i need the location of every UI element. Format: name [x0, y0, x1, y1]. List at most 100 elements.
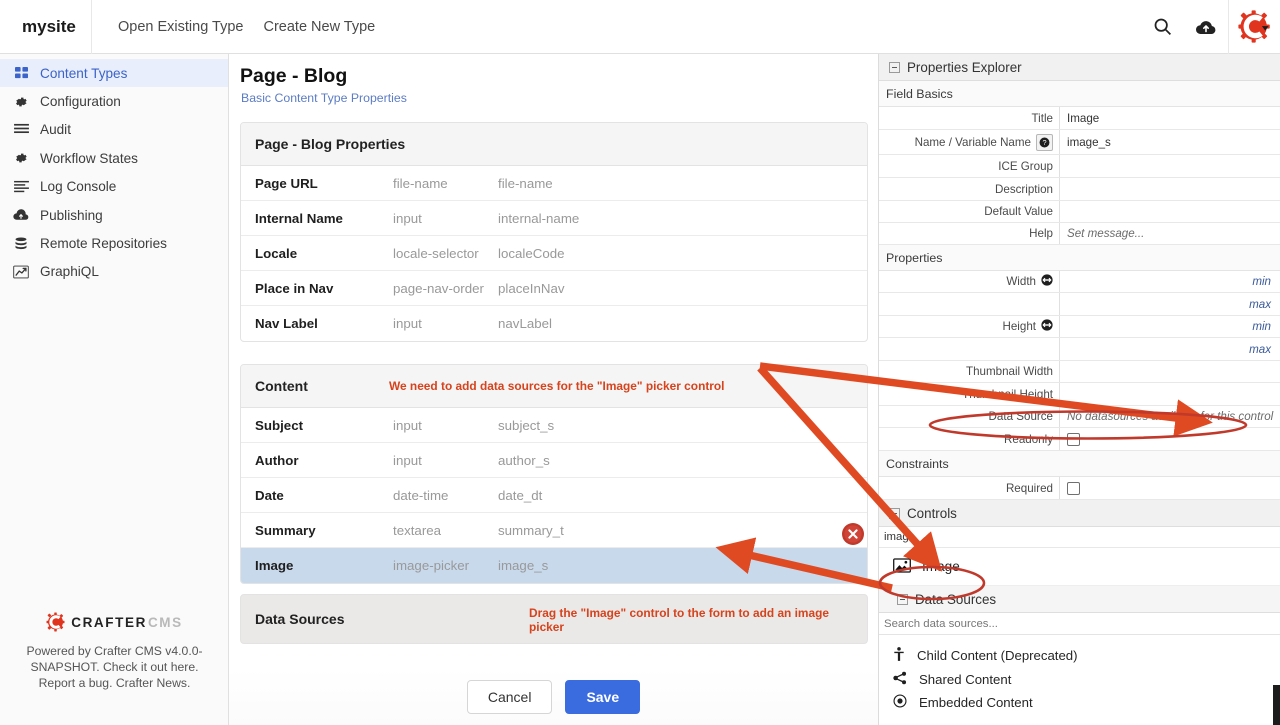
- table-row[interactable]: Nav Label input navLabel: [241, 306, 867, 341]
- datasources-search-input[interactable]: Search data sources...: [879, 613, 1280, 635]
- field-variable: author_s: [498, 452, 550, 468]
- datasources-section-header[interactable]: Data Sources: [879, 586, 1280, 613]
- collapse-toggle-icon[interactable]: [897, 593, 908, 605]
- group-header-constraints: Constraints: [879, 451, 1280, 477]
- datasources-title: Data Sources: [915, 591, 997, 607]
- property-value-height-max[interactable]: max: [1060, 338, 1280, 360]
- nav-open-existing-type[interactable]: Open Existing Type: [118, 19, 243, 35]
- search-icon[interactable]: [1140, 0, 1184, 54]
- resize-info-icon[interactable]: [1041, 319, 1053, 334]
- sidebar-item-publishing[interactable]: Publishing: [0, 201, 228, 229]
- readonly-checkbox[interactable]: [1067, 432, 1080, 446]
- property-row-description[interactable]: Description: [879, 178, 1280, 201]
- data-sources-section-card: Data Sources Drag the "Image" control to…: [240, 594, 868, 644]
- property-row-thumbnail-height[interactable]: Thumbnail Height: [879, 383, 1280, 406]
- sidebar-item-content-types[interactable]: Content Types: [0, 59, 228, 88]
- property-label: ICE Group: [879, 155, 1060, 177]
- required-checkbox[interactable]: [1067, 481, 1080, 495]
- property-label: Required: [879, 477, 1060, 499]
- property-row-width-max[interactable]: max: [879, 293, 1280, 316]
- properties-explorer-header[interactable]: Properties Explorer: [879, 54, 1280, 81]
- property-value-input[interactable]: [1060, 383, 1280, 405]
- table-row[interactable]: Internal Name input internal-name: [241, 201, 867, 236]
- target-icon: [893, 694, 907, 711]
- resize-info-icon[interactable]: [1041, 274, 1053, 289]
- property-row-height-max[interactable]: max: [879, 338, 1280, 361]
- property-row-name-variable[interactable]: Name / Variable Name ? image_s: [879, 130, 1280, 155]
- property-row-required[interactable]: Required: [879, 477, 1280, 500]
- controls-section-header[interactable]: Controls: [879, 500, 1280, 527]
- property-row-title[interactable]: Title Image: [879, 107, 1280, 130]
- datasource-item-child-content[interactable]: Child Content (Deprecated): [879, 644, 1280, 668]
- property-value-data-source[interactable]: No datasources available for this contro…: [1060, 406, 1280, 427]
- cancel-button[interactable]: Cancel: [466, 679, 553, 714]
- table-row[interactable]: Author input author_s: [241, 443, 867, 478]
- property-value-input[interactable]: image_s: [1060, 130, 1280, 154]
- page-subtitle-link[interactable]: Basic Content Type Properties: [229, 88, 878, 105]
- table-row-selected-image[interactable]: Image image-picker image_s: [241, 548, 867, 583]
- property-value-help[interactable]: Set message...: [1060, 223, 1280, 244]
- property-value-input[interactable]: [1060, 361, 1280, 382]
- property-row-ice-group[interactable]: ICE Group: [879, 155, 1280, 178]
- property-label: Thumbnail Height: [879, 383, 1060, 405]
- nav-create-new-type[interactable]: Create New Type: [263, 19, 375, 35]
- property-label: [879, 293, 1060, 315]
- sidebar-item-configuration[interactable]: Configuration: [0, 87, 228, 115]
- cloud-upload-icon: [12, 208, 30, 222]
- group-header-field-basics: Field Basics: [879, 81, 1280, 107]
- save-button[interactable]: Save: [565, 679, 641, 714]
- collapse-toggle-icon[interactable]: [889, 507, 900, 519]
- property-label: Data Source: [879, 406, 1060, 427]
- property-value-height-min[interactable]: min: [1060, 316, 1280, 337]
- property-value-input[interactable]: [1060, 201, 1280, 222]
- help-icon[interactable]: ?: [1036, 133, 1053, 151]
- property-value-width-min[interactable]: min: [1060, 271, 1280, 292]
- right-panel-scrollbar[interactable]: [1273, 685, 1280, 725]
- footer-link-crafter-news[interactable]: Crafter News: [116, 676, 187, 690]
- page-blog-properties-card: Page - Blog Properties Page URL file-nam…: [240, 122, 868, 342]
- table-row[interactable]: Subject input subject_s: [241, 408, 867, 443]
- footer-link-bug[interactable]: bug: [89, 676, 109, 690]
- datasource-item-shared-content[interactable]: Shared Content: [879, 668, 1280, 692]
- property-row-height-min[interactable]: Height min: [879, 316, 1280, 338]
- property-row-default-value[interactable]: Default Value: [879, 201, 1280, 223]
- field-variable: summary_t: [498, 522, 564, 538]
- sidebar-item-audit[interactable]: Audit: [0, 116, 228, 144]
- field-label: Nav Label: [255, 316, 318, 331]
- sidebar-item-log-console[interactable]: Log Console: [0, 173, 228, 201]
- publish-cloud-icon[interactable]: [1184, 0, 1228, 54]
- datasource-item-embedded-content[interactable]: Embedded Content: [879, 691, 1280, 715]
- property-row-data-source[interactable]: Data Source No datasources available for…: [879, 406, 1280, 428]
- field-label: Page URL: [255, 175, 318, 191]
- grid-icon: [12, 66, 30, 80]
- sidebar-item-graphiql[interactable]: GraphiQL: [0, 258, 228, 286]
- table-row[interactable]: Summary textarea summary_t: [241, 513, 867, 548]
- property-row-readonly[interactable]: Readonly: [879, 428, 1280, 451]
- field-variable: date_dt: [498, 487, 543, 503]
- collapse-toggle-icon[interactable]: [889, 61, 900, 73]
- sidebar-item-remote-repositories[interactable]: Remote Repositories: [0, 229, 228, 257]
- crafter-logo-icon[interactable]: [1228, 0, 1280, 54]
- table-row[interactable]: Place in Nav page-nav-order placeInNav: [241, 271, 867, 306]
- property-value-width-max[interactable]: max: [1060, 293, 1280, 315]
- property-label: Height: [879, 316, 1060, 337]
- sidebar-item-workflow-states[interactable]: Workflow States: [0, 144, 228, 172]
- table-row[interactable]: Page URL file-name file-name: [241, 166, 867, 201]
- controls-filter-input[interactable]: image: [879, 527, 1280, 548]
- site-brand[interactable]: mysite: [0, 0, 92, 54]
- property-value-input[interactable]: [1060, 155, 1280, 177]
- sidebar-item-label: Content Types: [40, 65, 128, 81]
- property-row-help[interactable]: Help Set message...: [879, 223, 1280, 245]
- property-row-width-min[interactable]: Width min: [879, 271, 1280, 293]
- crafter-cms-footer-logo: CRAFTER CMS: [22, 612, 207, 632]
- property-row-thumbnail-width[interactable]: Thumbnail Width: [879, 361, 1280, 383]
- field-variable: subject_s: [498, 417, 555, 433]
- control-item-image[interactable]: Image: [879, 548, 1280, 586]
- footer-link-here[interactable]: here: [171, 660, 195, 674]
- property-value-input[interactable]: [1060, 178, 1280, 200]
- property-value-input[interactable]: Image: [1060, 107, 1280, 129]
- table-row[interactable]: Locale locale-selector localeCode: [241, 236, 867, 271]
- table-row[interactable]: Date date-time date_dt: [241, 478, 867, 513]
- field-variable: placeInNav: [498, 280, 565, 296]
- field-type: file-name: [393, 175, 448, 191]
